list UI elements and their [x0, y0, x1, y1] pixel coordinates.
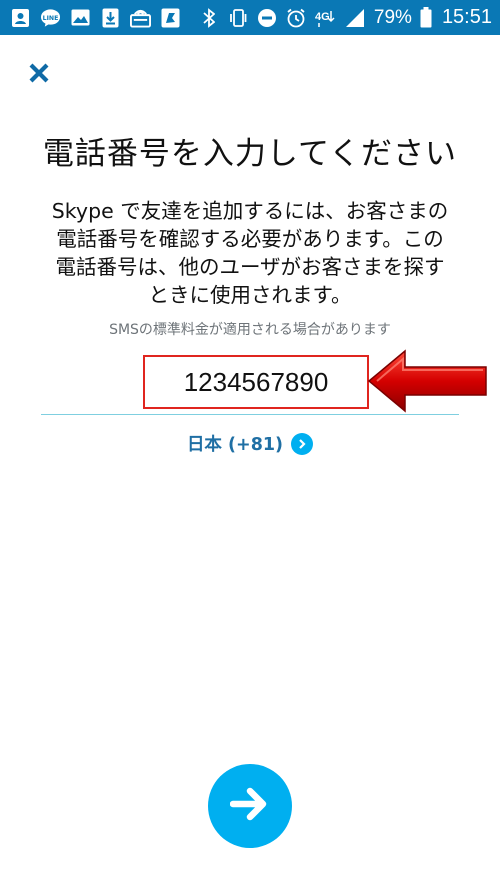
phone-number-highlight-box: [143, 355, 369, 409]
description-text: Skype で友達を追加するには、お客さまの 電話番号を確認する必要があります。…: [51, 199, 449, 307]
next-button[interactable]: [208, 764, 292, 848]
svg-text:LINE: LINE: [43, 14, 59, 21]
sms-rate-note: SMSの標準料金が適用される場合があります: [109, 322, 391, 338]
flag-icon: [160, 7, 181, 28]
bluetooth-icon: [199, 7, 220, 28]
close-button[interactable]: [24, 60, 54, 90]
status-right-icons: 4G 79% 15:51: [199, 6, 492, 29]
annotation-arrow-icon: [365, 348, 490, 414]
svg-text:4G: 4G: [315, 11, 330, 23]
battery-percent: 79%: [373, 6, 412, 28]
status-bar: LINE 4G 79% 15:51: [0, 0, 500, 35]
clock: 15:51: [441, 6, 492, 28]
close-icon: [28, 62, 50, 88]
input-underline: [41, 414, 459, 415]
page-title: 電話番号を入力してください: [42, 136, 458, 172]
contact-card-icon: [10, 7, 31, 28]
battery-icon: [420, 7, 432, 28]
download-icon: [100, 7, 121, 28]
country-label: 日本 (+81): [186, 435, 284, 455]
signal-icon: [345, 7, 366, 28]
country-selector[interactable]: 日本 (+81): [0, 431, 500, 456]
vibrate-icon: [228, 7, 249, 28]
arrow-right-icon: [229, 786, 270, 826]
alarm-icon: [286, 7, 307, 28]
line-app-icon: LINE: [40, 7, 61, 28]
do-not-disturb-icon: [257, 7, 278, 28]
chevron-right-icon: [291, 432, 314, 455]
status-left-icons: LINE: [10, 7, 181, 28]
cast-icon: [130, 7, 151, 28]
network-type-icon: 4G: [315, 7, 337, 28]
phone-number-input[interactable]: [156, 366, 356, 398]
image-icon: [70, 7, 91, 28]
